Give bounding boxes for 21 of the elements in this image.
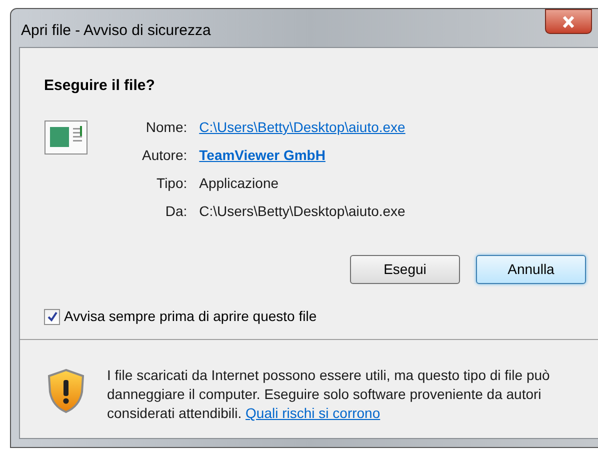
risks-link[interactable]: Quali rischi si corrono — [246, 405, 380, 421]
field-value: Applicazione — [199, 174, 280, 193]
checkbox-label: Avvisa sempre prima di aprire questo file — [64, 307, 317, 326]
application-icon — [44, 120, 88, 156]
field-label: Autore: — [142, 146, 188, 165]
close-button[interactable] — [545, 9, 592, 34]
checkbox[interactable] — [44, 308, 60, 324]
dialog-button[interactable]: Esegui — [350, 255, 460, 284]
field-label: Da: — [164, 202, 188, 221]
warning-shield-icon — [46, 368, 86, 414]
check-icon — [46, 311, 58, 322]
close-icon — [562, 16, 575, 28]
field-label: Nome: — [144, 118, 188, 137]
warning-text: I file scaricati da Internet possono essere utili, ma questo tipo di file può danneggiare il computer. Eseguire solo software proveniente da autori considerati attendibili. Quali rischi si corrono — [107, 366, 551, 423]
field-link[interactable]: C:\Users\Betty\Desktop\aiuto.exe — [199, 118, 406, 137]
dialog-heading: Eseguire il file? — [44, 77, 155, 94]
window-title: Apri file - Avviso di sicurezza — [21, 21, 211, 41]
field-value: C:\Users\Betty\Desktop\aiuto.exe — [199, 202, 406, 221]
dialog-button[interactable]: Annulla — [476, 255, 586, 284]
field-label: Tipo: — [156, 174, 188, 193]
field-link[interactable]: TeamViewer GmbH — [199, 146, 406, 165]
